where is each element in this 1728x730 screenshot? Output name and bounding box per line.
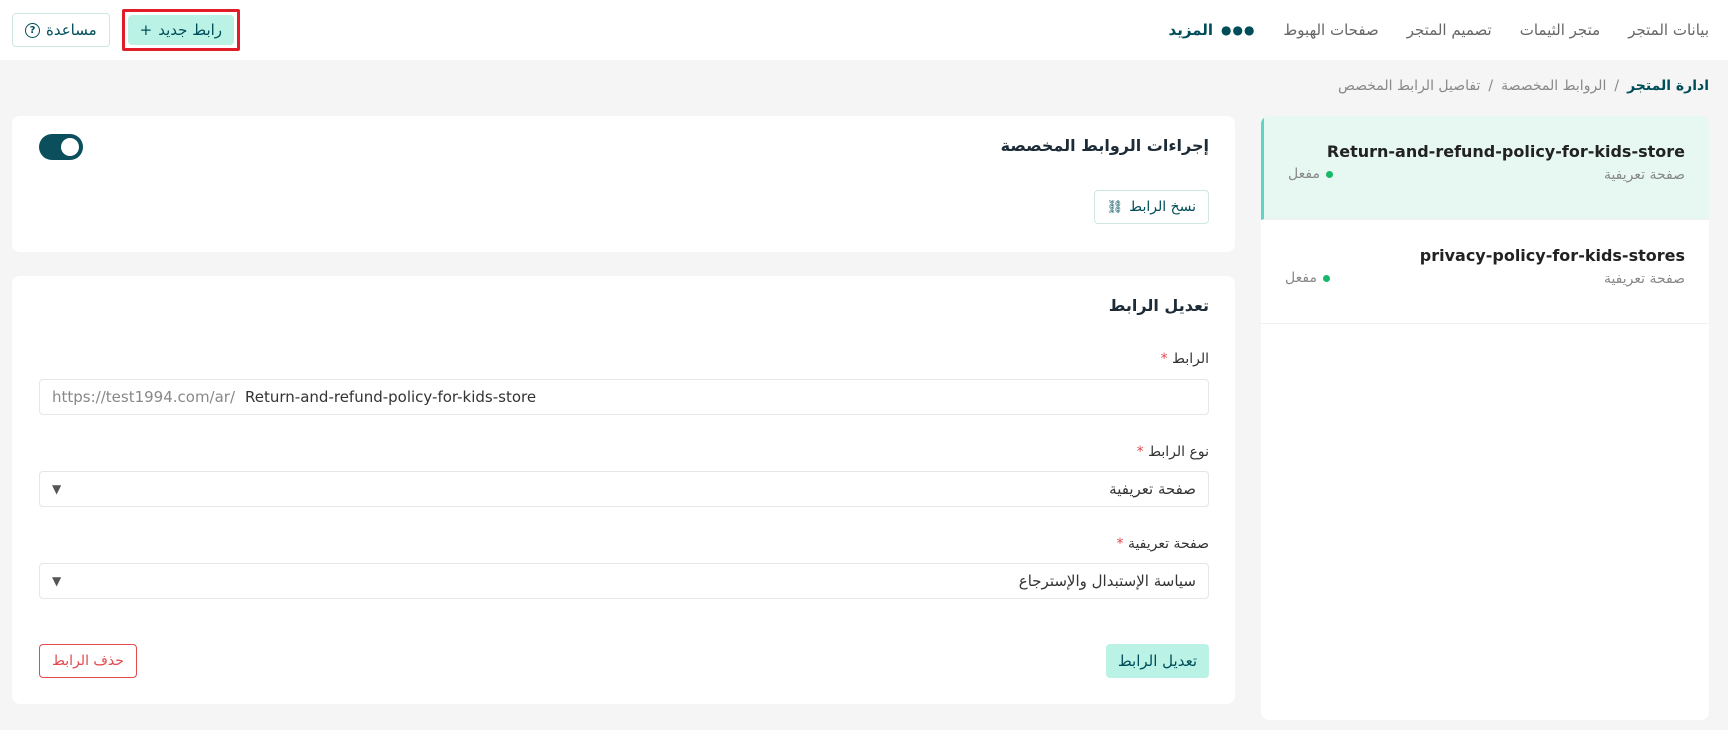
custom-links-list: Return-and-refund-policy-for-kids-store … [1261, 116, 1709, 720]
breadcrumb-root[interactable]: ادارة المتجر [1627, 78, 1709, 94]
copy-link-button[interactable]: نسخ الرابط ⛓ [1093, 190, 1209, 224]
nav-item-store-data[interactable]: بيانات المتجر [1628, 21, 1709, 39]
list-item[interactable]: privacy-policy-for-kids-stores صفحة تعري… [1261, 220, 1709, 324]
nav-more-menu[interactable]: ●●● المزيد [1169, 21, 1256, 39]
link-item-type: صفحة تعريفية [1603, 271, 1685, 287]
breadcrumb-current: تفاصيل الرابط المخصص [1337, 78, 1481, 94]
nav-item-store-design[interactable]: تصميم المتجر [1407, 21, 1492, 39]
link-url-input[interactable]: https://test1994.com/ar/ Return-and-refu… [39, 379, 1209, 415]
link-enabled-toggle[interactable] [39, 134, 83, 160]
edit-link-card: تعديل الرابط الرابط * https://test1994.c… [12, 276, 1235, 704]
status-badge: مفعل [1285, 270, 1330, 286]
help-button[interactable]: مساعدة ? [12, 13, 110, 47]
required-mark: * [1116, 536, 1124, 552]
link-actions-card: إجراءات الروابط المخصصة نسخ الرابط ⛓ [12, 116, 1235, 252]
new-link-label: رابط جديد [158, 21, 223, 39]
chevron-down-icon: ▼ [52, 482, 62, 496]
status-label: مفعل [1285, 270, 1317, 286]
copy-link-label: نسخ الرابط [1129, 199, 1196, 215]
help-label: مساعدة [46, 21, 97, 39]
link-actions-title: إجراءات الروابط المخصصة [1000, 136, 1209, 155]
link-type-select[interactable]: صفحة تعريفية ▼ [39, 471, 1209, 507]
link-icon: ⛓ [1106, 199, 1124, 215]
page-select-label: صفحة تعريفية * [1117, 536, 1210, 552]
link-type-label-text: نوع الرابط [1148, 444, 1209, 460]
status-label: مفعل [1288, 166, 1320, 182]
breadcrumb-separator: / [1614, 78, 1620, 94]
new-link-button[interactable]: رابط جديد + [127, 15, 235, 45]
breadcrumb: ادارة المتجر / الروابط المخصصة / تفاصيل … [1338, 78, 1709, 94]
top-bar: بيانات المتجر متجر الثيمات تصميم المتجر … [0, 0, 1728, 60]
chevron-down-icon: ▼ [52, 574, 62, 588]
link-item-name: privacy-policy-for-kids-stores [1419, 246, 1685, 265]
link-type-label: نوع الرابط * [1137, 444, 1209, 460]
status-badge: مفعل [1288, 166, 1333, 182]
list-item[interactable]: Return-and-refund-policy-for-kids-store … [1261, 116, 1709, 220]
breadcrumb-separator: / [1488, 78, 1494, 94]
main-nav: بيانات المتجر متجر الثيمات تصميم المتجر … [1169, 21, 1709, 39]
page-select[interactable]: سياسة الإستبدال والإسترجاع ▼ [39, 563, 1209, 599]
top-actions: رابط جديد + مساعدة ? [12, 9, 241, 51]
link-field-label-text: الرابط [1172, 351, 1209, 367]
edit-link-button[interactable]: تعديل الرابط [1105, 644, 1209, 678]
link-item-name: Return-and-refund-policy-for-kids-store [1326, 142, 1685, 161]
nav-item-theme-store[interactable]: متجر الثيمات [1520, 21, 1600, 39]
page-select-label-text: صفحة تعريفية [1127, 536, 1209, 552]
required-mark: * [1160, 351, 1168, 367]
question-circle-icon: ? [25, 22, 40, 38]
status-dot-icon [1325, 170, 1333, 178]
page-select-value: سياسة الإستبدال والإسترجاع [1018, 572, 1196, 590]
new-link-highlight: رابط جديد + [121, 9, 241, 51]
toggle-knob [61, 138, 79, 156]
edit-link-title: تعديل الرابط [1108, 296, 1209, 315]
required-mark: * [1136, 444, 1144, 460]
url-prefix: https://test1994.com/ar/ [52, 388, 236, 406]
status-dot-icon [1322, 274, 1330, 282]
link-field-label: الرابط * [1161, 351, 1209, 367]
link-item-type: صفحة تعريفية [1603, 167, 1685, 183]
more-dots-icon: ●●● [1221, 23, 1256, 37]
link-type-value: صفحة تعريفية [1109, 480, 1196, 498]
breadcrumb-middle[interactable]: الروابط المخصصة [1501, 78, 1606, 94]
url-slug: Return-and-refund-policy-for-kids-store [245, 388, 537, 406]
nav-item-landing-pages[interactable]: صفحات الهبوط [1283, 21, 1378, 39]
delete-link-button[interactable]: حذف الرابط [39, 644, 137, 678]
nav-more-label: المزيد [1168, 21, 1213, 39]
plus-icon: + [139, 21, 153, 39]
